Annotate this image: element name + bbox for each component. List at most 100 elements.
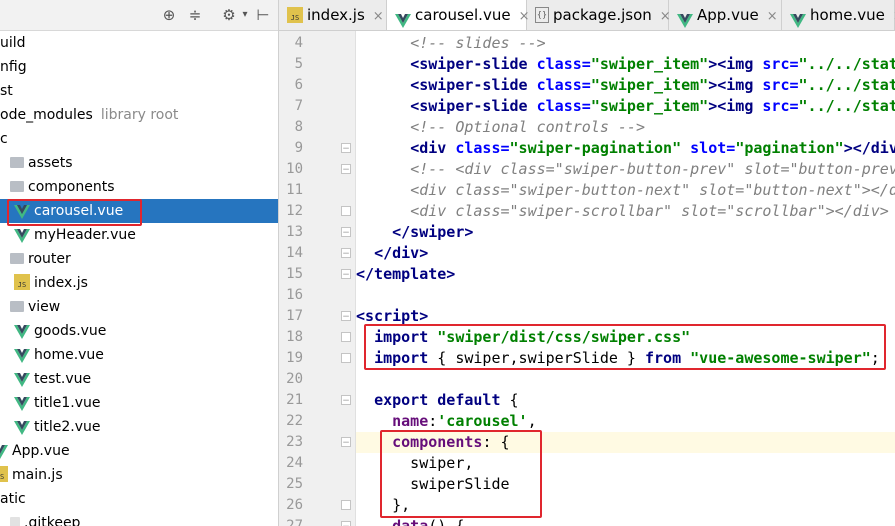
code-token: 'carousel'	[437, 412, 528, 430]
tree-item-label: test.vue	[34, 371, 92, 387]
tree-item[interactable]: home.vue	[0, 343, 278, 367]
code-line: </div>	[356, 243, 428, 264]
code-line: <swiper-slide class="swiper_item"><img s…	[356, 96, 895, 117]
tree-item[interactable]: App.vue	[0, 439, 270, 463]
code-token: <swiper-slide	[410, 97, 537, 115]
code-token: export default	[374, 391, 510, 409]
fold-marker-icon[interactable]: −	[341, 143, 351, 154]
close-icon[interactable]: ×	[767, 2, 778, 32]
tree-item[interactable]: .gitkeep	[0, 511, 278, 526]
folder-icon	[10, 156, 24, 168]
fold-marker-icon[interactable]: −	[341, 248, 351, 259]
js-file-icon: JS	[287, 6, 303, 23]
tree-item[interactable]: st	[0, 79, 278, 103]
tree-item[interactable]: myHeader.vue	[0, 223, 278, 247]
fold-marker-icon[interactable]	[341, 206, 351, 216]
line-number: 21	[286, 392, 303, 408]
tree-item[interactable]: goods.vue	[0, 319, 278, 343]
tree-item-label: nfig	[0, 59, 27, 75]
code-token: class=	[536, 76, 591, 94]
tree-item[interactable]: nfig	[0, 55, 278, 79]
tab-App-vue[interactable]: App.vue ×	[669, 0, 782, 30]
line-number-gutter: 4 5 6 7 8 9 − 10 − 11 12 13 − 14 − 15 − 16 17 − 18 19 20 21 − 22 2…	[279, 31, 356, 526]
fold-marker-icon[interactable]: −	[341, 395, 351, 406]
tree-item[interactable]: assets	[0, 151, 278, 175]
code-line: export default {	[356, 390, 519, 411]
tree-item[interactable]: router	[0, 247, 278, 271]
tree-item-label: st	[0, 83, 13, 99]
code-token: "swiper-pagination"	[509, 139, 682, 157]
tab-index-js[interactable]: JS index.js ×	[279, 0, 387, 30]
fold-marker-icon[interactable]	[341, 332, 351, 342]
tab-carousel-vue[interactable]: carousel.vue ×	[387, 0, 529, 30]
line-number: 27	[286, 518, 303, 526]
tree-item[interactable]: title2.vue	[0, 415, 278, 439]
code-token: ,	[527, 412, 537, 430]
tab-label: App.vue	[697, 6, 759, 24]
tree-item-label: ode_modules	[0, 107, 93, 123]
dropdown-icon[interactable]: ▾	[236, 6, 254, 24]
code-token: "../../static/	[798, 76, 895, 94]
code-token: <img	[717, 55, 763, 73]
tree-item[interactable]: c	[0, 127, 278, 151]
line-number: 10	[286, 161, 303, 177]
vue-file-icon	[14, 371, 30, 387]
fold-marker-icon[interactable]	[341, 353, 351, 363]
tree-item[interactable]: title1.vue	[0, 391, 278, 415]
line-number: 4	[294, 35, 303, 51]
pin-icon[interactable]: ⊢	[254, 6, 272, 24]
tree-item[interactable]: view	[0, 295, 278, 319]
fold-marker-icon[interactable]: −	[341, 311, 351, 322]
tree-item-label: atic	[0, 491, 26, 507]
tree-item[interactable]: ode_modules library root	[0, 103, 278, 127]
tree-item-label: router	[28, 251, 71, 267]
vue-file-icon	[14, 395, 30, 411]
code-token: :	[428, 412, 438, 430]
tab-home-vue[interactable]: home.vue×	[782, 0, 895, 30]
vue-file-icon	[14, 323, 30, 339]
code-line: </template>	[356, 264, 455, 285]
import-highlight-box	[364, 324, 886, 370]
code-token: <!-- Optional controls -->	[410, 118, 645, 136]
fold-marker-icon[interactable]: −	[341, 269, 351, 280]
tab-package-json[interactable]: {} package.json ×	[527, 0, 671, 30]
fold-marker-icon[interactable]: −	[341, 521, 351, 526]
code-token: name	[392, 412, 429, 430]
tree-item[interactable]: JSmain.js	[0, 463, 270, 487]
code-token: >	[708, 76, 718, 94]
folder-icon	[10, 180, 24, 192]
code-editor[interactable]: <!-- slides --> <swiper-slide class="swi…	[356, 31, 895, 526]
tab-label: home.vue	[810, 6, 885, 24]
fold-marker-icon[interactable]	[341, 500, 351, 510]
tree-item[interactable]: atic	[0, 487, 278, 511]
tree-item[interactable]: uild	[0, 31, 278, 55]
tree-item[interactable]: test.vue	[0, 367, 278, 391]
collapse-icon[interactable]: ≑	[186, 6, 204, 24]
target-icon[interactable]: ⊕	[160, 6, 178, 24]
tree-item[interactable]: components	[0, 175, 278, 199]
tree-item-label: title1.vue	[34, 395, 101, 411]
project-tree-panel: ⊕ ≑ ⚙ ▾ ⊢ uild nfig st ode_modules library r…	[0, 0, 279, 526]
line-number: 24	[286, 455, 303, 471]
fold-marker-icon[interactable]: −	[341, 164, 351, 175]
code-token: <div	[410, 139, 456, 157]
json-file-icon: {}	[535, 6, 549, 23]
line-number: 7	[294, 98, 303, 114]
code-token: class=	[455, 139, 510, 157]
close-icon[interactable]: ×	[373, 2, 384, 32]
tree-item-label: App.vue	[12, 443, 70, 459]
fold-marker-icon[interactable]: −	[341, 437, 351, 448]
code-token: >	[708, 55, 718, 73]
fold-marker-icon[interactable]: −	[341, 227, 351, 238]
code-token: <!-- <div class="swiper-button-prev" slo…	[410, 160, 895, 178]
tree-item[interactable]: JS index.js	[0, 271, 278, 295]
js-file-icon: JS	[14, 274, 30, 290]
code-token: "../../static/	[798, 55, 895, 73]
